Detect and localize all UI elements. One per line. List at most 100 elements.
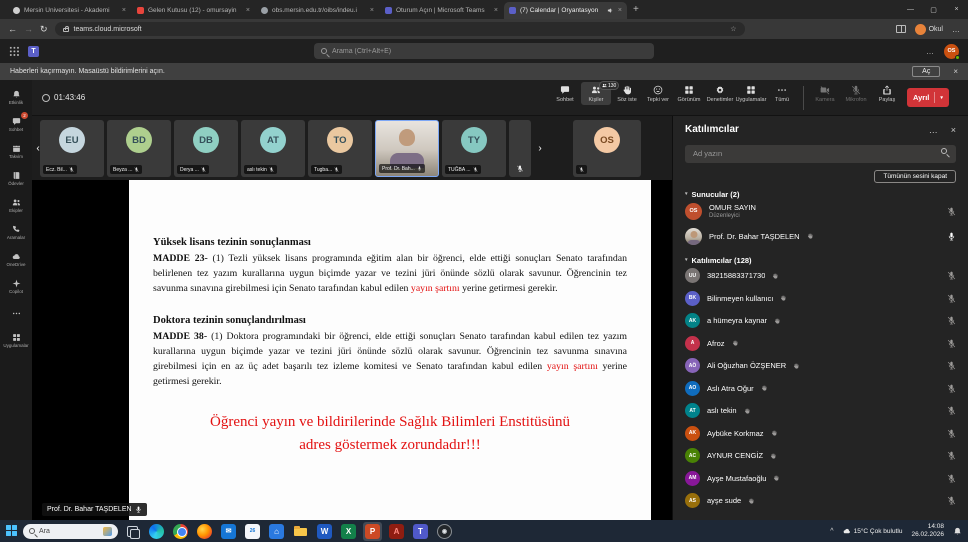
tab-close-icon[interactable]: × [370,7,374,14]
tab-obs[interactable]: obs.mersin.edu.tr/oibs/indeu.i × [256,2,379,19]
tab-teams-signin[interactable]: Oturum Açın | Microsoft Teams × [380,2,503,19]
leave-dropdown-icon[interactable]: ▾ [934,92,943,103]
rail-item-chat[interactable]: Sohbet 2 [0,111,32,138]
raise-hand-button[interactable]: Söz iste [612,82,642,105]
active-speaker-video-tile[interactable]: Prof. Dr. Bah... [375,120,439,177]
new-tab-button[interactable]: + [633,4,639,15]
mic-muted-icon[interactable] [947,316,956,325]
view-button[interactable]: Görünüm [674,82,704,105]
video-tile[interactable]: EU Ecz. Bil... [40,120,104,177]
powerpoint-icon-active[interactable]: P [363,522,382,541]
filmstrip-scroll-right-icon[interactable]: › [534,138,546,158]
mail-icon[interactable]: ✉ [219,522,238,541]
video-tile[interactable]: DB Derya ... [174,120,238,177]
mic-muted-icon[interactable] [947,271,956,280]
tab-close-icon[interactable]: × [494,7,498,14]
participant-search-input[interactable] [685,145,956,163]
obs-icon[interactable]: ◉ [435,522,454,541]
mic-muted-icon[interactable] [947,451,956,460]
participant-row[interactable]: AÖ Ali Oğuzhan ÖZŞENER [685,355,956,378]
weather-widget[interactable]: 15°C Çok bulutlu [843,527,903,535]
rail-item-calendar[interactable]: Takvim [0,138,32,165]
hidden-icons-chevron[interactable]: ^ [830,528,833,535]
acrobat-icon[interactable]: A [387,522,406,541]
store-icon[interactable]: ⌂ [267,522,286,541]
notification-bell-icon[interactable] [953,527,962,536]
video-tile[interactable]: TO Tugba... [308,120,372,177]
panel-close-icon[interactable]: × [951,125,956,135]
video-tile[interactable]: TY TUĞBA ... [442,120,506,177]
rail-item-copilot[interactable]: Copilot [0,273,32,300]
participant-row[interactable]: A Afroz [685,332,956,355]
presenter-row[interactable]: OS OMUR SAYIN Düzenleyici [685,199,956,224]
more-button[interactable]: Tümü [767,82,797,105]
refresh-icon[interactable]: ↻ [40,24,48,35]
participant-row[interactable]: AT aslı tekin [685,400,956,423]
participant-row[interactable]: AO Aslı Atra Oğur [685,377,956,400]
react-button[interactable]: Tepki ver [643,82,673,105]
calendar-icon[interactable]: 26 [243,522,262,541]
participant-row[interactable]: AK Aybüke Korkmaz [685,422,956,445]
self-view-tile[interactable]: OS [573,120,641,177]
panel-more-icon[interactable]: … [929,125,938,135]
url-bar[interactable]: teams.cloud.microsoft ☆ [55,22,745,36]
mic-muted-icon[interactable] [947,294,956,303]
maximize-button[interactable]: ▢ [922,0,945,19]
split-screen-icon[interactable] [896,25,906,33]
mute-all-button[interactable]: Tümünün sesini kapat [874,170,956,183]
app-launcher-icon[interactable] [9,46,19,56]
rail-item-assignments[interactable]: Ödevler [0,165,32,192]
more-options-icon[interactable]: … [926,47,934,56]
mic-muted-icon[interactable] [947,474,956,483]
video-tile[interactable]: BD Beyza ... [107,120,171,177]
presenters-section-header[interactable]: ▾ Sunucular (2) [685,190,956,199]
mic-muted-icon[interactable] [947,339,956,348]
mic-muted-icon[interactable] [947,384,956,393]
mic-muted-icon[interactable] [947,429,956,438]
browser-menu-icon[interactable]: … [952,25,960,34]
user-avatar[interactable]: OS [944,44,959,59]
chat-button[interactable]: Sohbet [550,82,580,105]
tab-webmail-inbox[interactable]: Gelen Kutusu (12) - omursayin × [132,2,255,19]
tab-close-icon[interactable]: × [246,7,250,14]
participant-row[interactable]: AM Ayşe Mustafaoğlu [685,467,956,490]
close-button[interactable]: × [945,0,968,19]
dismiss-notification-icon[interactable]: × [953,67,958,76]
enable-notifications-button[interactable]: Aç [912,66,940,77]
video-tile-partial[interactable] [509,120,531,177]
rail-item-apps[interactable]: Uygulamalar [0,327,32,354]
mic-on-icon[interactable] [947,232,956,241]
mic-muted-icon[interactable] [947,406,956,415]
video-tile[interactable]: AT aslı tekin [241,120,305,177]
mic-muted-icon[interactable] [947,496,956,505]
teams-icon[interactable]: T [411,522,430,541]
tab-close-icon[interactable]: × [618,7,622,14]
presenter-row[interactable]: Prof. Dr. Bahar TAŞDELEN [685,224,956,249]
rail-item-more[interactable] [0,300,32,327]
taskbar-clock[interactable]: 14:08 26.02.2026 [911,523,944,539]
start-button[interactable] [6,525,18,537]
teams-search-input[interactable] [332,48,647,55]
share-button[interactable]: Paylaş [872,82,902,105]
tab-close-icon[interactable]: × [122,7,126,14]
camera-button[interactable]: Kamera [810,82,840,105]
back-icon[interactable]: ← [8,24,17,34]
rail-item-activity[interactable]: Etkinlik [0,84,32,111]
mic-muted-icon[interactable] [947,361,956,370]
participant-row[interactable]: AK a hümeyra kaynar [685,310,956,333]
tab-audio-icon[interactable] [607,7,614,14]
rail-item-onedrive[interactable]: OneDrive [0,246,32,273]
participant-search[interactable] [685,143,956,163]
rail-item-teams[interactable]: Ekipler [0,192,32,219]
mic-button[interactable]: Mikrofon [841,82,871,105]
mic-muted-icon[interactable] [947,207,956,216]
rail-item-calls[interactable]: Aramalar [0,219,32,246]
filmstrip-scroll-left-icon[interactable]: ‹ [32,138,44,158]
leave-button[interactable]: Ayrıl ▾ [907,88,949,107]
firefox-icon[interactable] [195,522,214,541]
controls-button[interactable]: Denetimler [705,82,735,105]
word-icon[interactable]: W [315,522,334,541]
file-explorer-icon[interactable] [291,522,310,541]
participant-row[interactable]: BK Bilinmeyen kullanıcı [685,287,956,310]
edge-icon[interactable] [147,522,166,541]
